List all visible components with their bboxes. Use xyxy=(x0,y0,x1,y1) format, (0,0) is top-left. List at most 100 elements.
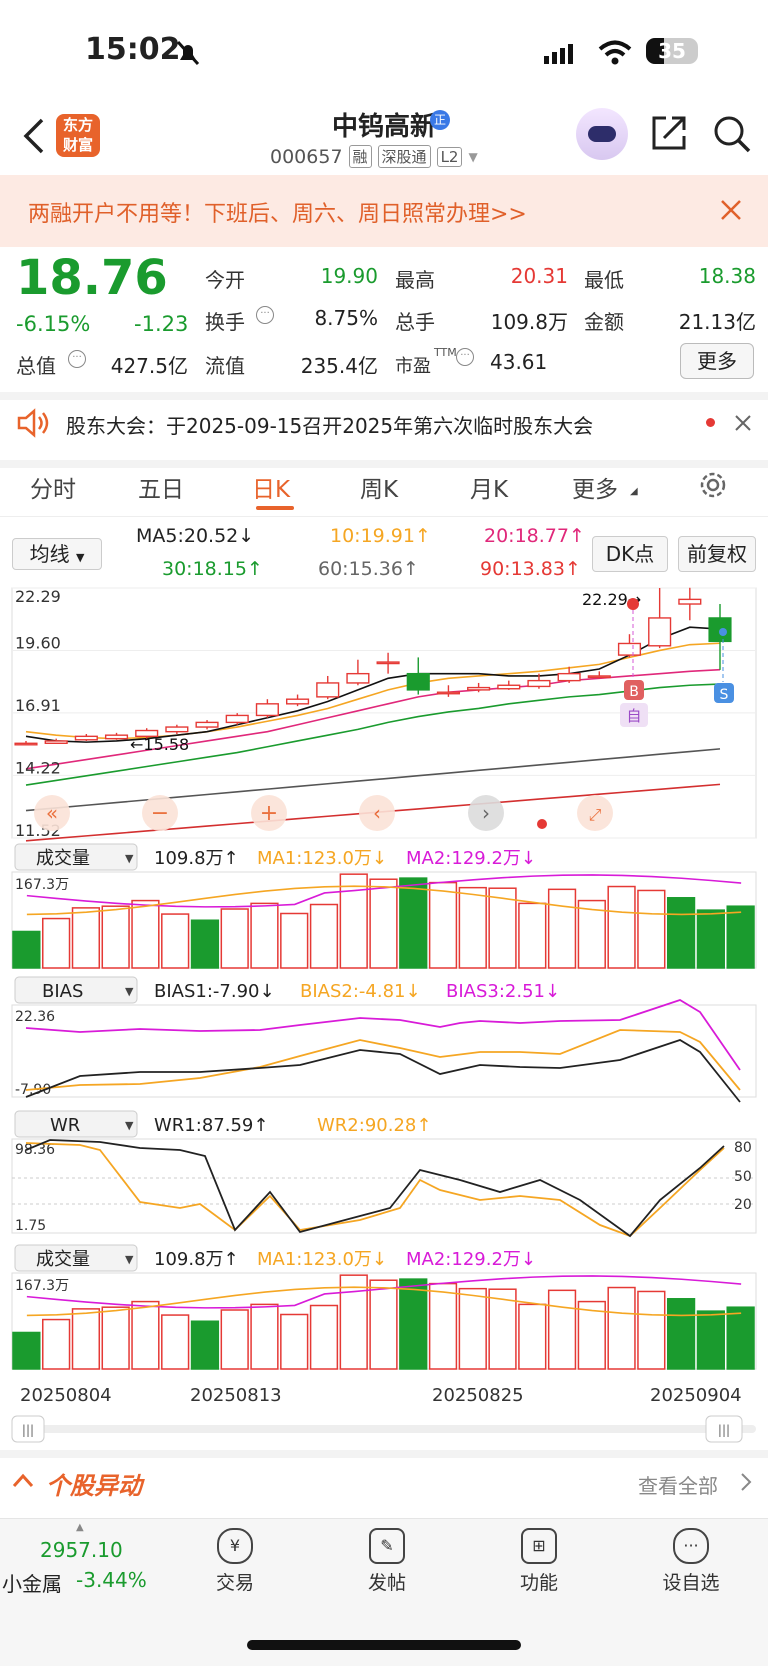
wifi-icon xyxy=(598,40,632,65)
volume-bar xyxy=(250,902,279,969)
event-dot xyxy=(537,819,547,829)
share-icon[interactable] xyxy=(650,114,688,152)
dropdown-caret-icon[interactable]: ▼ xyxy=(468,150,477,164)
nav-add-watchlist[interactable]: ··· 设自选 xyxy=(646,1528,736,1595)
volume-bar xyxy=(131,899,160,969)
volume-bar xyxy=(220,908,249,969)
view-all-link[interactable]: 查看全部 xyxy=(638,1470,718,1499)
promo-text[interactable]: 两融开户不用等！下班后、周六、周日照常办理>> xyxy=(28,196,527,228)
candle-body xyxy=(557,672,581,682)
ma20-label: 20:18.77↑ xyxy=(484,525,585,547)
edit-icon: ✎ xyxy=(369,1528,405,1564)
ma-selector[interactable]: 均线 ▼ xyxy=(12,538,102,570)
tab-daily-k[interactable]: 日K xyxy=(252,470,290,504)
bias3-line xyxy=(25,999,741,1071)
up-caret-icon: ▲ xyxy=(76,1522,84,1533)
volume-ma2: MA2:129.2万↓ xyxy=(406,848,536,869)
close-icon[interactable] xyxy=(734,414,752,432)
low-value: 18.38 xyxy=(698,264,756,288)
tab-weekly-k[interactable]: 周K xyxy=(360,470,398,504)
candle-body xyxy=(587,675,611,679)
volume-bar xyxy=(458,886,487,969)
info-icon[interactable]: ··· xyxy=(256,306,274,324)
volume-bar xyxy=(71,907,101,969)
chart-scrollbar[interactable] xyxy=(12,1425,756,1433)
volume-bar xyxy=(161,1314,190,1370)
tab-monthly-k[interactable]: 月K xyxy=(470,470,508,504)
open-label: 今开 xyxy=(205,268,245,292)
volume-bar xyxy=(42,917,71,969)
volume2-ymax: 167.3万 xyxy=(15,1278,69,1294)
grid-icon: ⊞ xyxy=(521,1528,557,1564)
info-icon[interactable]: ··· xyxy=(456,348,474,366)
home-indicator xyxy=(247,1640,521,1650)
y-tick-label: 19.60 xyxy=(15,633,61,652)
signal-s-text: S xyxy=(720,687,729,703)
volume-bar xyxy=(220,1309,249,1370)
mute-bell-icon xyxy=(176,40,200,66)
tab-five-day[interactable]: 五日 xyxy=(138,470,184,504)
pe-value: 43.61 xyxy=(490,350,548,374)
verified-icon: 正 xyxy=(430,110,450,130)
nav-add-watchlist-label: 设自选 xyxy=(662,1572,720,1594)
tag-connect: 深股通 xyxy=(377,145,431,168)
candle-body xyxy=(316,682,340,698)
tab-intraday[interactable]: 分时 xyxy=(30,470,76,504)
volume-bar xyxy=(12,930,41,969)
active-tab-underline xyxy=(256,506,294,510)
volume-bar xyxy=(726,905,755,969)
nav-post-label: 发帖 xyxy=(367,1572,406,1594)
volume-ma1: MA1:123.0万↓ xyxy=(257,848,387,869)
search-icon[interactable] xyxy=(712,114,752,154)
minus-icon: − xyxy=(151,801,169,826)
info-icon[interactable]: ··· xyxy=(68,350,86,368)
chevron-left-icon: ‹ xyxy=(373,801,381,825)
tag-margin: 融 xyxy=(348,145,372,168)
x-tick-label: 20250804 xyxy=(20,1385,112,1406)
ma5-label: MA5:20.52↓ xyxy=(136,525,255,547)
close-icon[interactable] xyxy=(720,199,742,221)
volume-bar xyxy=(399,1278,428,1370)
nav-trade[interactable]: ¥ 交易 xyxy=(190,1528,280,1595)
stock-code: 000657 xyxy=(270,145,343,168)
candle-body xyxy=(678,598,702,605)
volume2-ma2: MA2:129.2万↓ xyxy=(406,1249,536,1270)
latest-marker-dot xyxy=(627,598,639,610)
adjust-label: 前复权 xyxy=(687,542,747,566)
volume-bar xyxy=(339,873,368,969)
volume-bar xyxy=(280,1313,309,1370)
volume-bar xyxy=(190,1320,220,1370)
gear-icon[interactable] xyxy=(698,470,728,500)
candle-body xyxy=(74,735,98,741)
wr1-label: WR1:87.59↑ xyxy=(154,1115,268,1136)
more-quote-button[interactable]: 更多 xyxy=(680,343,754,379)
wr2-label: WR2:90.28↑ xyxy=(317,1115,431,1136)
volume-bar xyxy=(458,1287,487,1370)
nav-post[interactable]: ✎ 发帖 xyxy=(342,1528,432,1595)
volume-bar xyxy=(696,909,725,969)
chevron-right-icon[interactable] xyxy=(740,1472,752,1492)
wr-ymin: 1.75 xyxy=(15,1218,46,1234)
kline-chart[interactable]: 22.2919.6016.9114.2211.52 22.29→ ←15.58 … xyxy=(0,580,768,1500)
amount-label: 金额 xyxy=(584,310,624,334)
volume-bar xyxy=(607,885,636,969)
tab-more[interactable]: 更多 xyxy=(572,470,618,504)
battery-indicator: 35 xyxy=(646,38,698,64)
nav-function[interactable]: ⊞ 功能 xyxy=(494,1528,584,1595)
float-cap-label: 流值 xyxy=(205,354,245,378)
candle-body xyxy=(165,726,189,733)
x-tick-label: 20250825 xyxy=(432,1385,524,1406)
index-name[interactable]: 小金属 xyxy=(2,1568,62,1597)
x-tick-label: 20250813 xyxy=(190,1385,282,1406)
stock-subinfo: 000657 融 深股通 L2 ▼ xyxy=(270,145,478,168)
volume2-value: 109.8万↑ xyxy=(154,1249,239,1270)
assistant-avatar[interactable] xyxy=(576,108,628,160)
open-value: 19.90 xyxy=(320,264,378,288)
adjust-button[interactable]: 前复权 xyxy=(678,536,756,572)
chevron-up-icon[interactable] xyxy=(12,1472,34,1488)
x-tick-label: 20250904 xyxy=(650,1385,742,1406)
index-change[interactable]: -3.44% xyxy=(76,1568,147,1592)
index-value[interactable]: 2957.10 xyxy=(40,1538,123,1562)
notice-text[interactable]: 股东大会：于2025-09-15召开2025年第六次临时股东大会 xyxy=(66,410,593,439)
dk-point-button[interactable]: DK点 xyxy=(592,536,668,572)
